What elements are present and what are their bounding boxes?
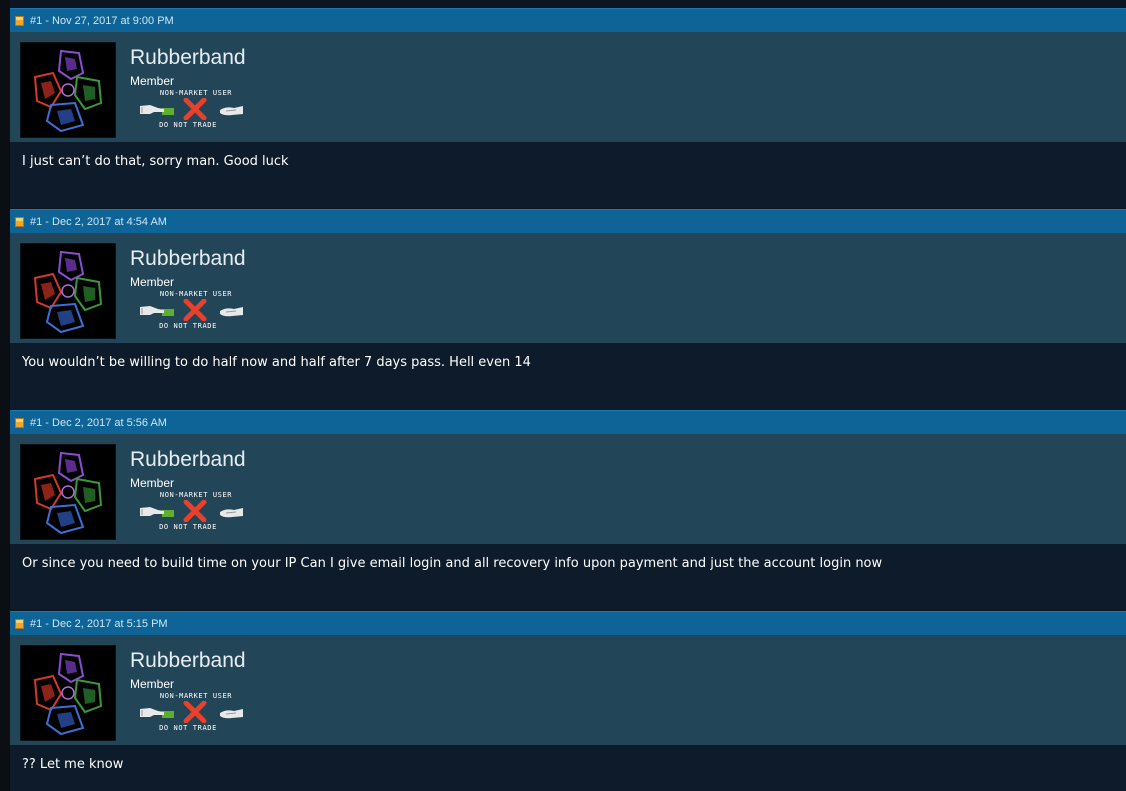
- non-market-user-badge: NON-MARKET USER DO NOT TRADE: [140, 692, 244, 734]
- left-border: [0, 0, 10, 791]
- post-author-panel: Rubberband Member NON-MARKET USER DO NOT…: [10, 434, 1126, 544]
- username[interactable]: Rubberband: [130, 247, 246, 271]
- post-message: I just can’t do that, sorry man. Good lu…: [22, 154, 289, 169]
- user-title: Member: [130, 275, 175, 289]
- note-icon: [15, 15, 24, 26]
- hand-with-cash-icon: [140, 105, 174, 115]
- avatar[interactable]: [20, 645, 116, 741]
- badge-label-bottom: DO NOT TRADE: [159, 121, 217, 129]
- post-header[interactable]: #1 - Dec 2, 2017 at 5:15 PM: [10, 611, 1126, 635]
- badge-label-top: NON-MARKET USER: [159, 290, 233, 298]
- thread-page: #1 - Nov 27, 2017 at 9:00 PM Rubberband: [0, 0, 1126, 791]
- post-message: Or since you need to build time on your …: [22, 556, 883, 571]
- open-hand-icon: [220, 307, 243, 317]
- badge-label-bottom: DO NOT TRADE: [159, 724, 217, 732]
- post: #1 - Dec 2, 2017 at 5:15 PM Rubberband M…: [10, 611, 1126, 791]
- post-message: ?? Let me know: [22, 757, 124, 772]
- avatar[interactable]: [20, 444, 116, 540]
- post-body: Or since you need to build time on your …: [10, 544, 1126, 610]
- username[interactable]: Rubberband: [130, 46, 246, 70]
- red-x-icon: [183, 299, 207, 321]
- post: #1 - Dec 2, 2017 at 4:54 AM Rubberband M…: [10, 209, 1126, 410]
- badge-label-top: NON-MARKET USER: [159, 692, 233, 700]
- user-title: Member: [130, 677, 175, 691]
- post-author-panel: Rubberband Member NON-MARKET USER DO NOT…: [10, 233, 1126, 343]
- post-header[interactable]: #1 - Nov 27, 2017 at 9:00 PM: [10, 8, 1126, 32]
- hand-with-cash-icon: [140, 708, 174, 718]
- avatar[interactable]: [20, 42, 116, 138]
- username[interactable]: Rubberband: [130, 448, 246, 472]
- non-market-user-badge: NON-MARKET USER DO NOT TRADE: [140, 89, 244, 131]
- post-author-panel: Rubberband Member NON-MARKET USER DO NOT…: [10, 635, 1126, 745]
- open-hand-icon: [220, 508, 243, 518]
- user-title: Member: [130, 74, 175, 88]
- hand-with-cash-icon: [140, 306, 174, 316]
- avatar[interactable]: [20, 243, 116, 339]
- post-author-panel: Rubberband Member NON-MARKET USER DO NOT…: [10, 32, 1126, 142]
- post-header-text[interactable]: #1 - Nov 27, 2017 at 9:00 PM: [30, 15, 174, 27]
- note-icon: [15, 417, 24, 428]
- badge-label-bottom: DO NOT TRADE: [159, 322, 217, 330]
- username[interactable]: Rubberband: [130, 649, 246, 673]
- non-market-user-badge: NON-MARKET USER DO NOT TRADE: [140, 290, 244, 332]
- badge-label-bottom: DO NOT TRADE: [159, 523, 217, 531]
- note-icon: [15, 618, 24, 629]
- badge-label-top: NON-MARKET USER: [159, 89, 233, 97]
- hand-with-cash-icon: [140, 507, 174, 517]
- post-message: You wouldn’t be willing to do half now a…: [22, 355, 531, 370]
- red-x-icon: [183, 98, 207, 120]
- post-body: You wouldn’t be willing to do half now a…: [10, 343, 1126, 409]
- post-body: I just can’t do that, sorry man. Good lu…: [10, 142, 1126, 208]
- non-market-user-badge: NON-MARKET USER DO NOT TRADE: [140, 491, 244, 533]
- open-hand-icon: [220, 106, 243, 116]
- post-header[interactable]: #1 - Dec 2, 2017 at 4:54 AM: [10, 209, 1126, 233]
- post-header-text[interactable]: #1 - Dec 2, 2017 at 5:56 AM: [30, 417, 167, 429]
- open-hand-icon: [220, 709, 243, 719]
- badge-label-top: NON-MARKET USER: [159, 491, 233, 499]
- post: #1 - Nov 27, 2017 at 9:00 PM Rubberband: [10, 8, 1126, 209]
- red-x-icon: [183, 701, 207, 723]
- user-title: Member: [130, 476, 175, 490]
- post-header[interactable]: #1 - Dec 2, 2017 at 5:56 AM: [10, 410, 1126, 434]
- post-header-text[interactable]: #1 - Dec 2, 2017 at 4:54 AM: [30, 216, 167, 228]
- post: #1 - Dec 2, 2017 at 5:56 AM Rubberband M…: [10, 410, 1126, 611]
- post-body: ?? Let me know: [10, 745, 1126, 791]
- note-icon: [15, 216, 24, 227]
- post-header-text[interactable]: #1 - Dec 2, 2017 at 5:15 PM: [30, 618, 168, 630]
- red-x-icon: [183, 500, 207, 522]
